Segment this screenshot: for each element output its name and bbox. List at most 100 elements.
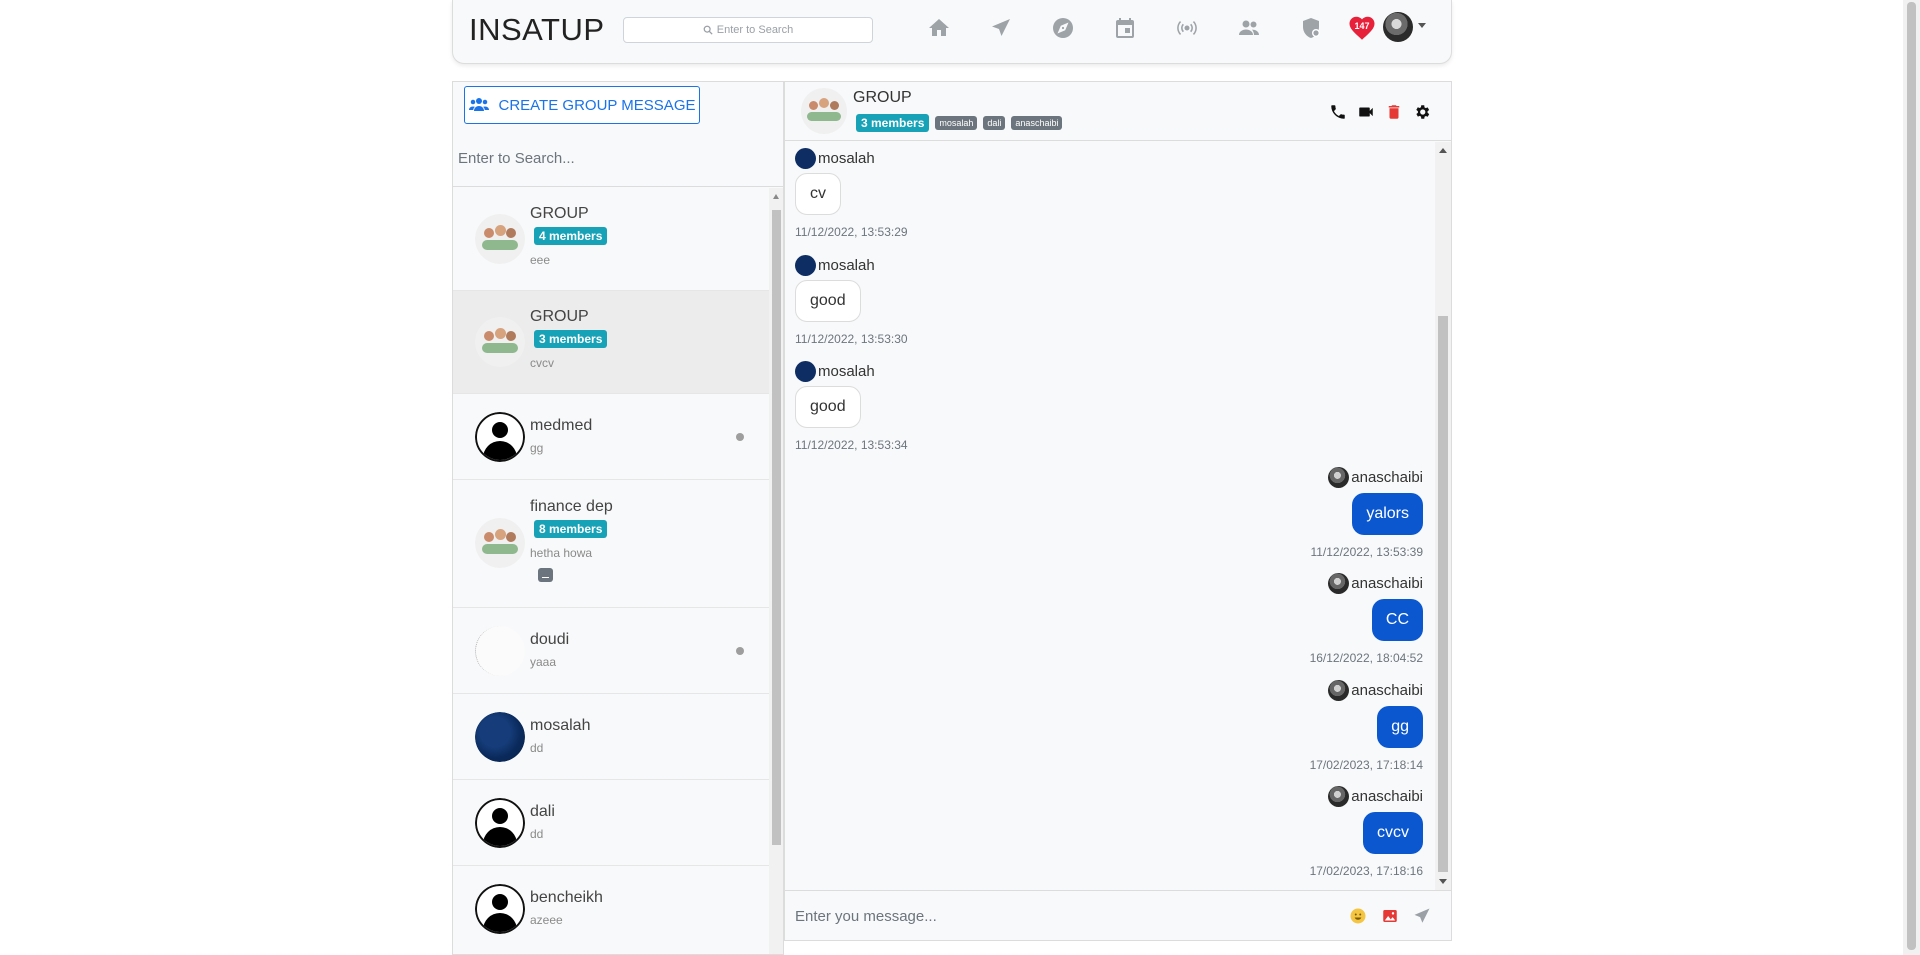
nav-search-placeholder: Enter to Search — [716, 24, 794, 36]
conversation-name: mosalah — [530, 717, 591, 734]
group-icon — [468, 98, 489, 111]
sender-avatar — [795, 255, 816, 276]
search-icon — [703, 25, 713, 35]
conversation-item[interactable]: doudi yaaa — [453, 608, 769, 694]
message-sender: anaschaibi — [1328, 786, 1423, 807]
group-avatar — [475, 518, 525, 568]
scroll-up-icon[interactable] — [1439, 148, 1447, 153]
message-composer — [785, 890, 1451, 940]
conversation-last-message: dd — [530, 827, 544, 841]
nav-events-button[interactable] — [1094, 12, 1156, 44]
chat-panel: GROUP 3 members mosalah dali anaschaibi … — [784, 81, 1452, 941]
user-avatar — [475, 712, 525, 762]
chat-title: GROUP — [853, 89, 912, 106]
send-icon[interactable] — [1413, 907, 1431, 925]
sender-name: mosalah — [818, 363, 875, 380]
message-time: 11/12/2022, 13:53:29 — [795, 225, 908, 239]
nav-explore-button[interactable] — [1032, 12, 1094, 44]
message-input[interactable] — [795, 901, 1335, 931]
profile-avatar[interactable] — [1383, 12, 1413, 42]
members-badge: 3 members — [856, 114, 930, 132]
conversation-item[interactable]: mosalah dd — [453, 694, 769, 780]
minimize-badge[interactable] — [538, 568, 553, 582]
member-tag: mosalah — [935, 116, 978, 130]
broken-avatar-icon — [475, 626, 525, 676]
chat-header: GROUP 3 members mosalah dali anaschaibi — [785, 82, 1451, 141]
video-icon[interactable] — [1357, 103, 1375, 121]
message-sender: anaschaibi — [1328, 573, 1423, 594]
chevron-down-icon[interactable] — [1418, 23, 1426, 28]
message-sender: anaschaibi — [1328, 680, 1423, 701]
user-avatar — [475, 884, 525, 934]
scroll-up-icon[interactable] — [773, 194, 779, 199]
conversation-item[interactable]: finance dep 8 members hetha howa — [453, 480, 769, 608]
sender-avatar — [1328, 467, 1350, 488]
scroll-down-icon[interactable] — [1439, 879, 1447, 884]
phone-icon[interactable] — [1329, 103, 1347, 121]
trash-icon[interactable] — [1385, 103, 1403, 121]
sender-name: mosalah — [818, 257, 875, 274]
conversation-name: bencheikh — [530, 889, 603, 906]
members-badge: 8 members — [534, 520, 608, 538]
calendar-icon — [1116, 18, 1134, 38]
conversation-item[interactable]: GROUP 3 members cvcv — [453, 291, 769, 394]
message-bubble: CC — [1371, 599, 1423, 641]
sender-avatar — [1328, 786, 1350, 807]
conversation-last-message: hetha howa — [530, 546, 593, 560]
page-scrollbar-thumb[interactable] — [1907, 2, 1916, 950]
send-icon — [992, 19, 1010, 36]
group-avatar — [475, 214, 525, 264]
conversation-last-message: gg — [530, 441, 544, 455]
member-tag: dali — [983, 116, 1006, 130]
members-badge: 4 members — [534, 227, 608, 245]
page-scrollbar[interactable] — [1903, 0, 1920, 955]
conversation-item[interactable]: dali dd — [453, 780, 769, 866]
conversation-name: medmed — [530, 417, 593, 434]
image-icon[interactable] — [1381, 907, 1399, 925]
scrollbar-thumb[interactable] — [1438, 316, 1448, 872]
user-avatar-icon — [475, 412, 525, 462]
gear-icon[interactable] — [1413, 103, 1431, 121]
nav-messages-button[interactable] — [970, 12, 1032, 44]
conversations-panel: CREATE GROUP MESSAGE GROUP 4 members eee — [452, 81, 784, 955]
nav-live-button[interactable] — [1156, 12, 1218, 44]
conversation-list: GROUP 4 members eee GROUP 3 members cvcv — [453, 188, 769, 948]
sender-name: anaschaibi — [1351, 575, 1423, 592]
sender-name: mosalah — [818, 150, 875, 167]
group-avatar-icon — [475, 518, 525, 568]
message-sender: anaschaibi — [1328, 467, 1423, 488]
conversation-list-scrollbar[interactable] — [769, 188, 783, 954]
sender-name: anaschaibi — [1351, 682, 1423, 699]
nav-friends-button[interactable] — [1218, 12, 1280, 44]
create-group-message-button[interactable]: CREATE GROUP MESSAGE — [464, 86, 700, 124]
sender-name: anaschaibi — [1351, 469, 1423, 486]
shield-icon — [1303, 18, 1320, 38]
conversation-item[interactable]: GROUP 4 members eee — [453, 188, 769, 291]
user-avatar-icon — [475, 884, 525, 934]
conversation-search-input[interactable] — [453, 130, 783, 187]
message-bubble: cv — [795, 173, 841, 215]
home-icon — [929, 19, 949, 36]
scrollbar-thumb[interactable] — [772, 210, 781, 845]
brand-logo[interactable]: INSATUP — [469, 12, 605, 48]
conversation-last-message: yaaa — [530, 655, 557, 669]
conversation-name: dali — [530, 803, 555, 820]
message-sender: mosalah — [795, 361, 875, 382]
message-list-scrollbar[interactable] — [1435, 142, 1451, 890]
conversation-item[interactable]: bencheikh azeee — [453, 866, 769, 948]
message-bubble: cvcv — [1363, 812, 1423, 854]
nav-admin-button[interactable] — [1280, 12, 1342, 44]
nav-home-button[interactable] — [908, 12, 970, 44]
explore-icon — [1053, 18, 1073, 38]
message-time: 17/02/2023, 17:18:14 — [1309, 758, 1423, 772]
status-dot — [736, 433, 744, 441]
chat-members: 3 members mosalah dali anaschaibi — [856, 114, 1063, 132]
emoji-icon[interactable] — [1349, 907, 1367, 925]
conversation-name: GROUP — [530, 205, 589, 222]
people-icon — [1239, 20, 1259, 35]
conversation-last-message: cvcv — [530, 356, 554, 370]
conversation-item[interactable]: medmed gg — [453, 394, 769, 480]
message-sender: mosalah — [795, 148, 875, 169]
nav-notifications-button[interactable]: 147 — [1342, 12, 1382, 44]
nav-search-input[interactable]: Enter to Search — [623, 17, 873, 43]
